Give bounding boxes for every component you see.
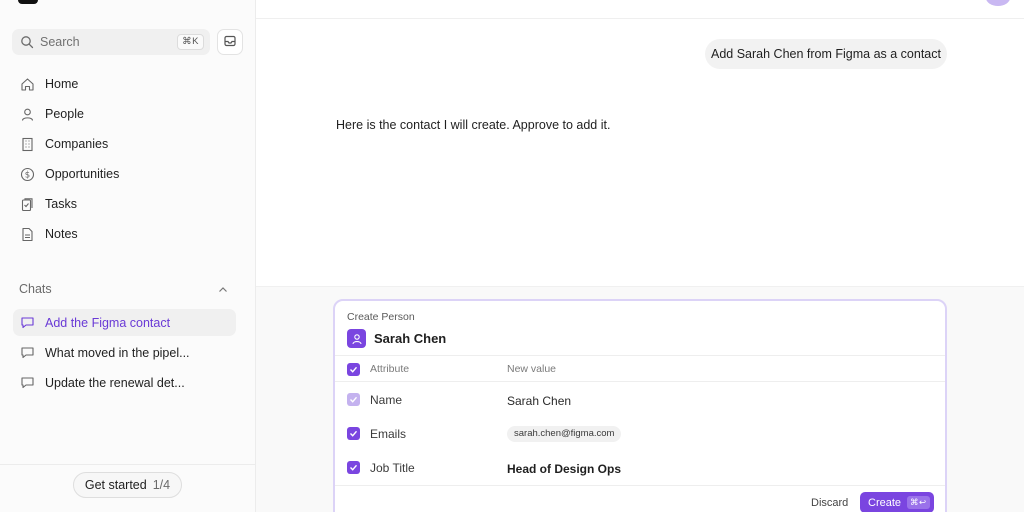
nav-item-tasks[interactable]: Tasks	[14, 191, 236, 217]
new-value-column-header: New value	[507, 363, 557, 375]
nav-label: Companies	[45, 137, 109, 151]
chat-item-label: What moved in the pipel...	[45, 345, 190, 360]
get-started-progress: 1/4	[152, 478, 171, 492]
nav-label: Notes	[45, 227, 78, 241]
chat-thread: Add Sarah Chen from Figma as a contact H…	[256, 20, 1024, 286]
create-button-label: Create	[868, 496, 902, 509]
get-started-label: Get started	[84, 478, 147, 492]
create-shortcut-badge: ⌘↩	[907, 496, 930, 509]
person-icon	[19, 106, 35, 122]
chat-item-label: Update the renewal det...	[45, 375, 185, 390]
discard-button[interactable]: Discard	[811, 497, 848, 509]
chat-bubble-icon	[19, 345, 35, 361]
avatar[interactable]	[986, 0, 1010, 6]
row-checkbox[interactable]	[347, 393, 360, 406]
attribute-row-emails: Emails sarah.chen@figma.com	[335, 416, 945, 450]
chevron-up-icon[interactable]	[217, 284, 229, 296]
sidebar-footer: Get started 1/4	[0, 464, 256, 512]
nav-item-opportunities[interactable]: $ Opportunities	[14, 161, 236, 187]
chats-section-header[interactable]: Chats	[19, 282, 231, 298]
card-title: Sarah Chen	[374, 331, 447, 346]
top-bar	[256, 0, 1024, 19]
create-person-card: Create Person Sarah Chen Attribute New v…	[333, 299, 947, 512]
search-input[interactable]: Search ⌘K	[12, 29, 210, 55]
note-icon	[19, 226, 35, 242]
chat-item[interactable]: Update the renewal det...	[13, 369, 236, 396]
inbox-button[interactable]	[217, 29, 243, 55]
search-placeholder: Search	[40, 35, 80, 49]
chat-item-label: Add the Figma contact	[45, 315, 171, 330]
select-all-checkbox[interactable]	[347, 363, 360, 376]
get-started-button[interactable]: Get started 1/4	[73, 472, 182, 498]
nav-label: Opportunities	[45, 167, 120, 181]
attribute-column-header: Attribute	[370, 363, 410, 375]
email-chip: sarah.chen@figma.com	[507, 426, 622, 442]
card-subtitle: Create Person	[347, 311, 415, 323]
chat-item[interactable]: What moved in the pipel...	[13, 339, 236, 366]
sidebar: Search ⌘K Home People Companies $ Opport…	[0, 0, 256, 512]
chat-bubble-icon	[19, 375, 35, 391]
user-message-bubble: Add Sarah Chen from Figma as a contact	[705, 39, 947, 69]
attribute-value: Sarah Chen	[507, 394, 572, 408]
person-icon	[347, 329, 366, 348]
dollar-icon: $	[19, 166, 35, 182]
card-title-row: Sarah Chen	[347, 329, 446, 348]
chat-bubble-icon	[19, 315, 35, 331]
attribute-label: Name	[370, 393, 403, 407]
attribute-row-job-title: Job Title Head of Design Ops	[335, 450, 945, 484]
attribute-label: Job Title	[370, 461, 415, 475]
attributes-header-row: Attribute New value	[335, 355, 945, 382]
clipboard-icon	[19, 196, 35, 212]
svg-text:$: $	[24, 170, 29, 180]
card-actions: Discard Create ⌘↩	[335, 485, 945, 512]
search-shortcut-badge: ⌘K	[177, 34, 204, 50]
create-button[interactable]: Create ⌘↩	[860, 492, 934, 512]
nav-label: People	[45, 107, 84, 121]
nav-label: Tasks	[45, 197, 77, 211]
row-checkbox[interactable]	[347, 461, 360, 474]
attribute-value: Head of Design Ops	[507, 462, 622, 476]
building-icon	[19, 136, 35, 152]
attribute-label: Emails	[370, 427, 407, 441]
app-logo	[18, 0, 38, 4]
nav-item-notes[interactable]: Notes	[14, 221, 236, 247]
assistant-message: Here is the contact I will create. Appro…	[336, 118, 611, 132]
attribute-row-name: Name Sarah Chen	[335, 382, 945, 416]
inbox-icon	[223, 34, 237, 51]
nav-item-home[interactable]: Home	[14, 71, 236, 97]
nav-label: Home	[45, 77, 79, 91]
home-icon	[19, 76, 35, 92]
row-checkbox[interactable]	[347, 427, 360, 440]
search-icon	[20, 35, 34, 49]
nav-item-people[interactable]: People	[14, 101, 236, 127]
chats-header-label: Chats	[19, 282, 52, 296]
nav-item-companies[interactable]: Companies	[14, 131, 236, 157]
chat-item[interactable]: Add the Figma contact	[13, 309, 236, 336]
